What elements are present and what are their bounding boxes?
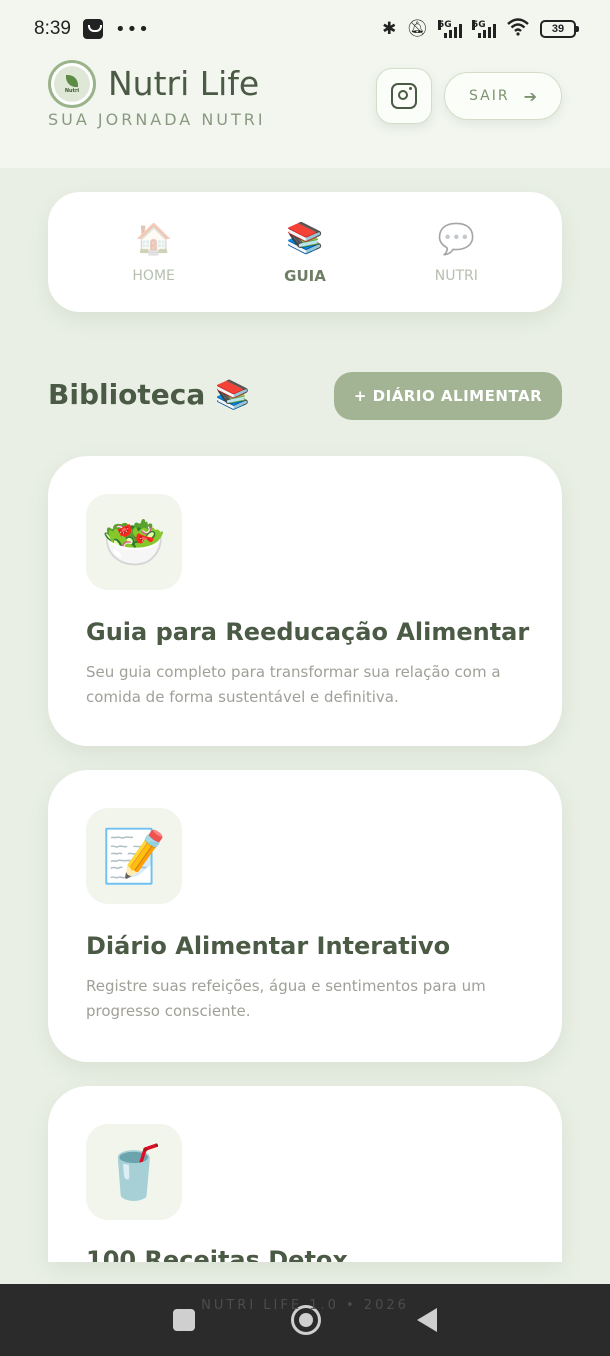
- logout-label: SAIR: [469, 88, 510, 104]
- instagram-icon: [391, 83, 417, 109]
- home-icon: 🏠: [134, 222, 173, 257]
- card-title: Diário Alimentar Interativo: [86, 932, 451, 960]
- instagram-button[interactable]: [376, 68, 432, 124]
- library-card-detox[interactable]: 🥤 100 Receitas Detox: [48, 1086, 562, 1262]
- card-title: 100 Receitas Detox: [86, 1246, 348, 1262]
- wifi-icon: [506, 17, 530, 41]
- signal-icon-1: 5G: [438, 20, 462, 38]
- nav-label-guia: GUIA: [284, 267, 326, 285]
- more-notifications-icon: •••: [114, 18, 150, 40]
- nav-item-guia[interactable]: 📚 GUIA: [250, 219, 360, 285]
- main-navigation: 🏠 HOME 📚 GUIA 💬 NUTRI: [48, 192, 562, 312]
- app-header: Nutri Nutri Life SUA JORNADA NUTRI SAIR …: [0, 58, 610, 168]
- cup-with-straw-icon: 🥤: [86, 1124, 182, 1220]
- card-title: Guia para Reeducação Alimentar: [86, 618, 530, 646]
- signal-icon-2: 5G: [472, 20, 496, 38]
- nav-item-home[interactable]: 🏠 HOME: [99, 220, 209, 284]
- silent-mode-icon: 🔕︎: [406, 19, 428, 39]
- nav-label-home: HOME: [132, 268, 175, 284]
- app-subtitle: SUA JORNADA NUTRI: [48, 110, 266, 129]
- salad-icon: 🥗: [86, 494, 182, 590]
- add-food-diary-button[interactable]: + DIÁRIO ALIMENTAR: [334, 372, 562, 420]
- leaf-icon: [66, 74, 78, 87]
- status-bar: 8:39 ••• ✱ 🔕︎ 5G 5G 39: [0, 0, 610, 58]
- app-logo: Nutri: [48, 60, 96, 108]
- card-description: Registre suas refeições, água e sentimen…: [86, 977, 486, 1020]
- app-title: Nutri Life: [108, 64, 260, 103]
- network-type-2: 5G: [472, 20, 486, 30]
- battery-icon: 39: [540, 20, 579, 38]
- books-icon: 📚: [286, 221, 324, 256]
- arrow-right-icon: ➔: [523, 86, 537, 106]
- footer-version-text: NUTRI LIFE 1.0 • 2026: [201, 1298, 409, 1313]
- notification-app-icon: [82, 19, 103, 39]
- system-navigation-bar: [0, 1284, 610, 1356]
- nav-item-nutri[interactable]: 💬 NUTRI: [401, 220, 511, 284]
- library-card-diario[interactable]: 📝 Diário Alimentar Interativo Registre s…: [48, 770, 562, 1062]
- chat-bubble-icon: 💬: [437, 222, 475, 257]
- memo-icon: 📝: [86, 808, 182, 904]
- network-type-1: 5G: [438, 20, 452, 30]
- bluetooth-icon: ✱: [382, 19, 397, 39]
- nav-label-nutri: NUTRI: [434, 268, 478, 284]
- card-description: Seu guia completo para transformar sua r…: [86, 663, 501, 706]
- status-time: 8:39: [34, 18, 71, 39]
- library-card-guia[interactable]: 🥗 Guia para Reeducação Alimentar Seu gui…: [48, 456, 562, 746]
- logout-button[interactable]: SAIR ➔: [444, 72, 562, 120]
- logo-text: Nutri: [64, 87, 80, 94]
- section-title: Biblioteca 📚: [48, 378, 250, 411]
